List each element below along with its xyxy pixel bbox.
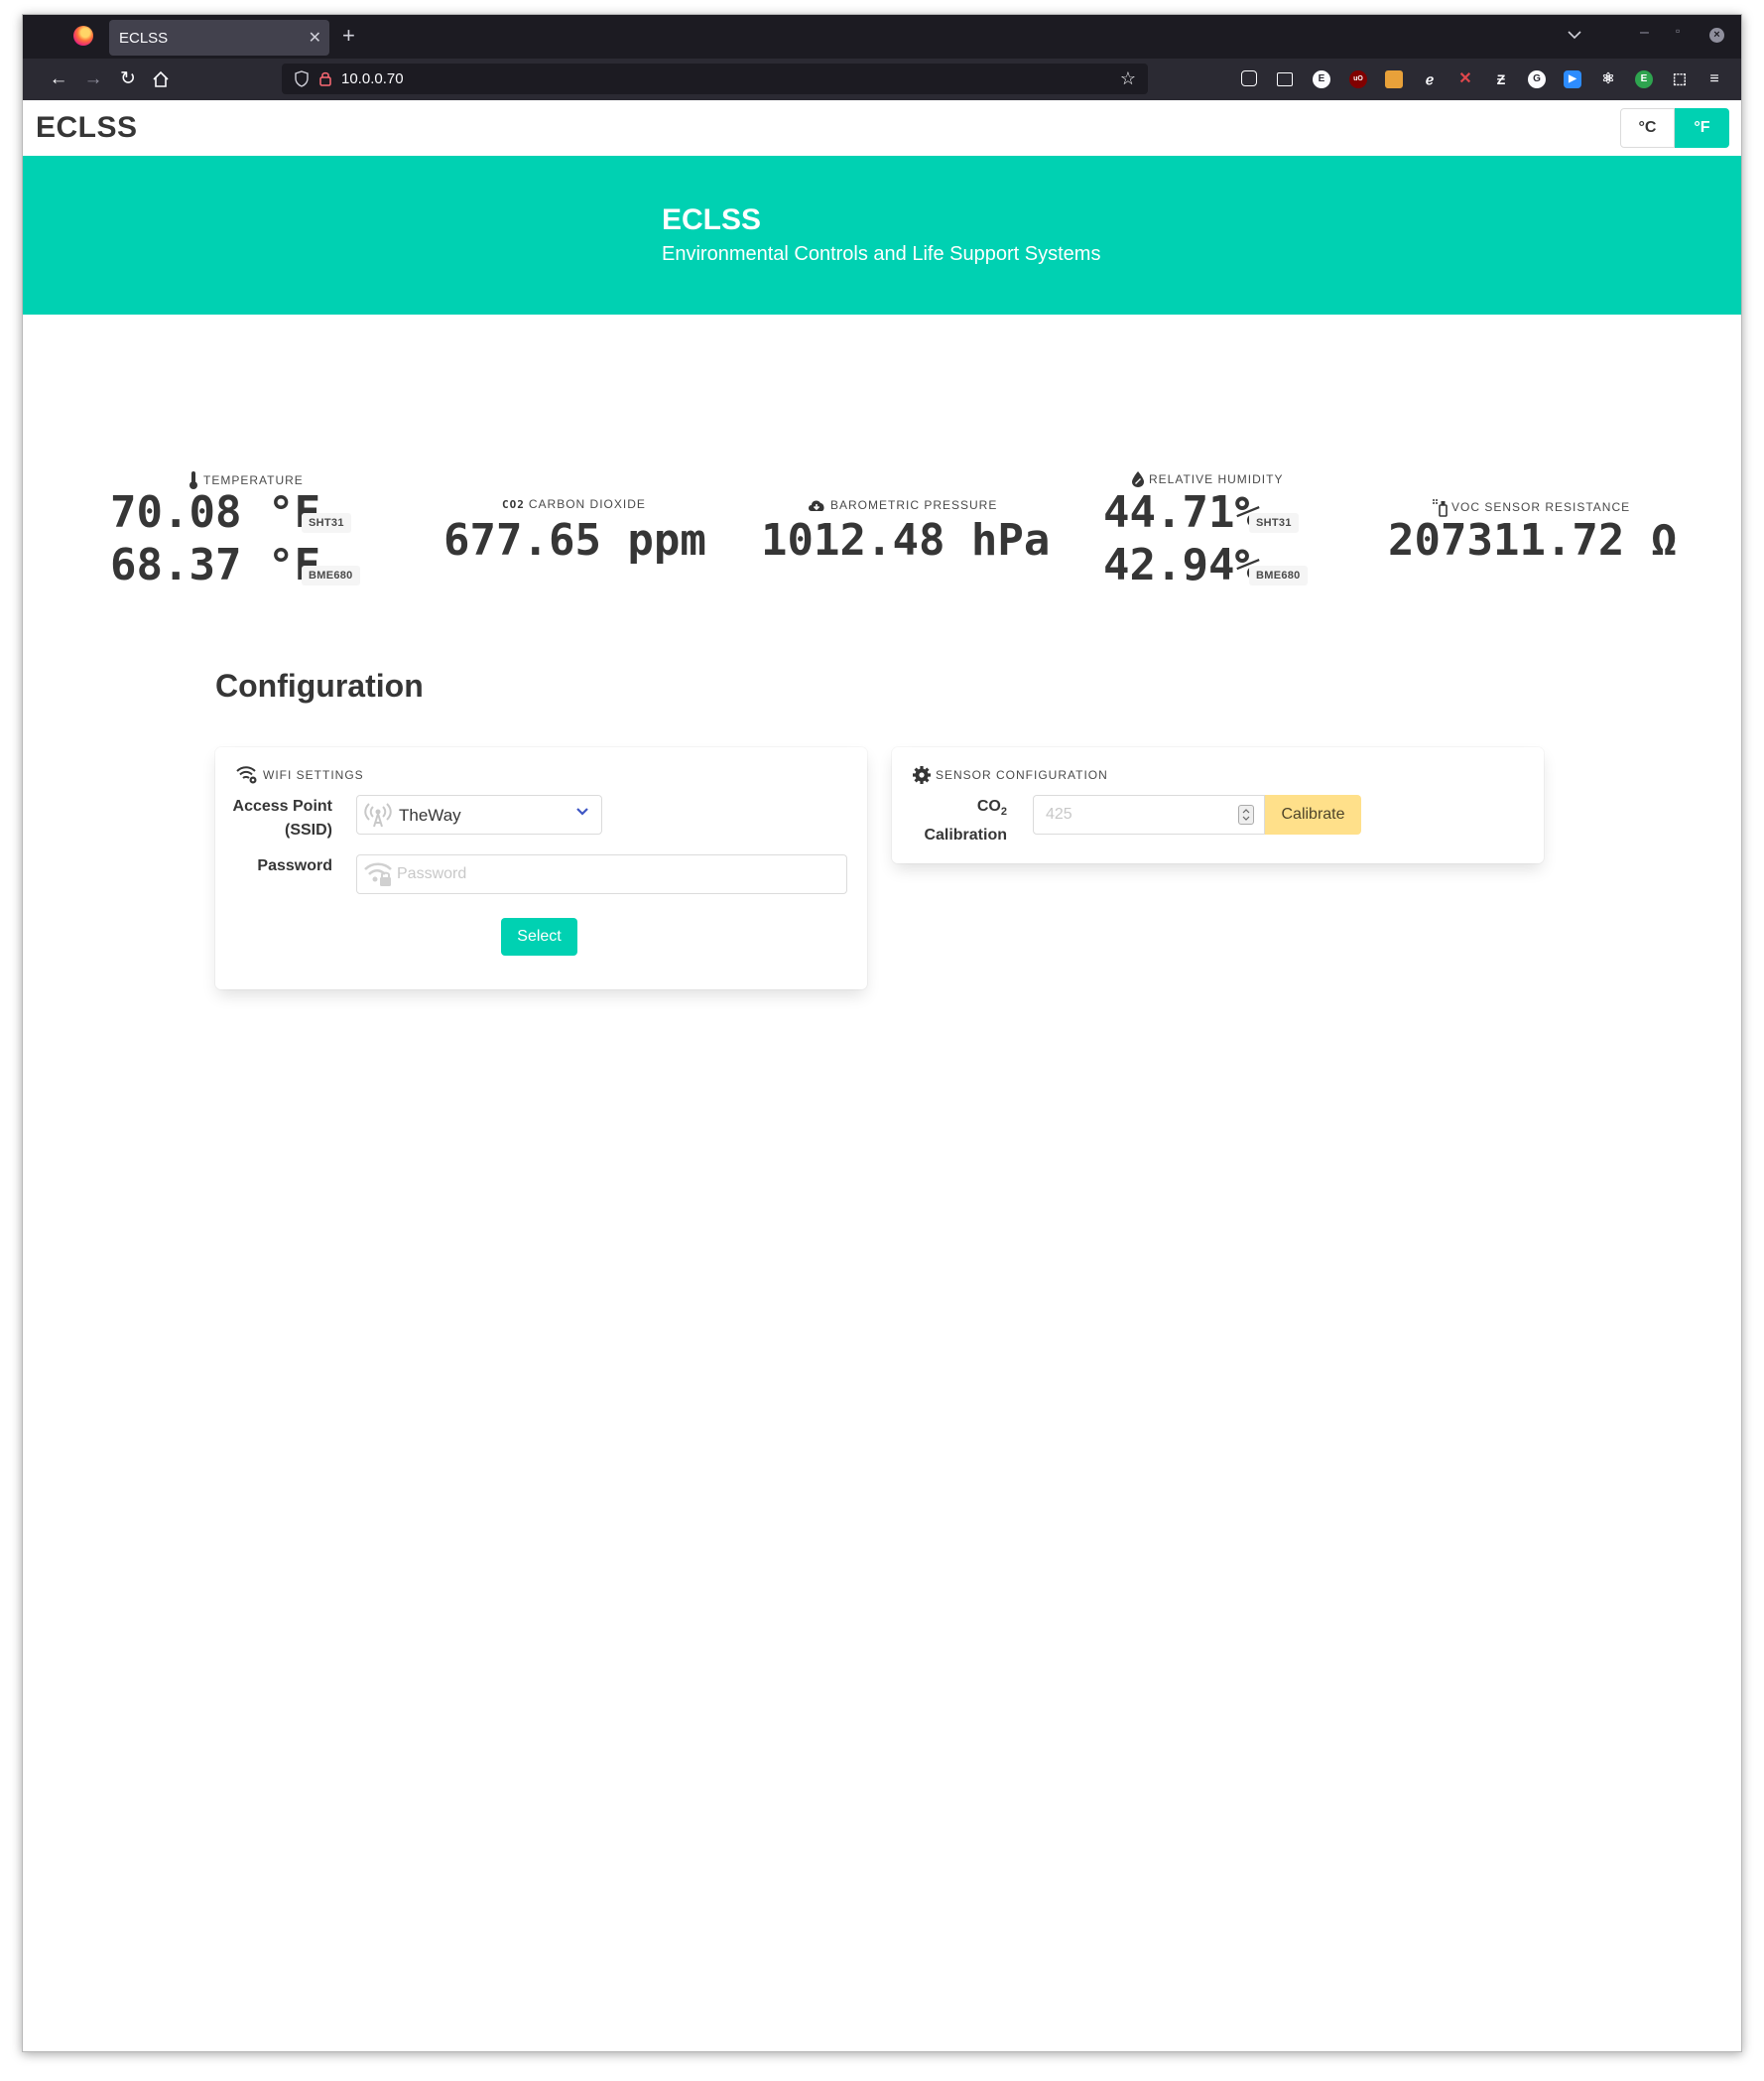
pressure-value: 1012.48 hPa <box>761 515 1051 566</box>
brand[interactable]: ECLSS <box>36 111 138 145</box>
hero-subtitle: Environmental Controls and Life Support … <box>662 243 1101 265</box>
ssid-label: Access Point (SSID) <box>229 795 332 843</box>
forward-icon[interactable]: → <box>81 67 105 91</box>
list-tabs-icon[interactable] <box>1566 26 1583 44</box>
pressure-label: BAROMETRIC PRESSURE <box>830 498 998 512</box>
co2-text: CO <box>976 798 1001 815</box>
wifi-settings-heading: WIFI SETTINGS <box>235 765 364 785</box>
cloud-download-icon <box>809 500 824 511</box>
celsius-button[interactable]: °C <box>1620 108 1675 148</box>
back-icon[interactable]: ← <box>47 67 70 91</box>
ssid-selected-value: TheWay <box>399 806 461 825</box>
e-green-icon[interactable]: E <box>1635 70 1653 88</box>
password-placeholder: Password <box>397 865 467 882</box>
calibration-text: Calibration <box>924 827 1007 845</box>
e-icon[interactable]: E <box>1313 70 1330 88</box>
menu-icon[interactable]: ≡ <box>1705 70 1723 88</box>
home-icon[interactable] <box>152 70 170 88</box>
co2-calibration-input[interactable]: 425 <box>1033 795 1265 835</box>
ssid-label-line2: (SSID) <box>285 822 332 839</box>
bird-icon[interactable]: ℯ <box>1421 70 1439 88</box>
spray-can-icon <box>1433 499 1448 517</box>
wifi-lock-icon <box>364 862 392 886</box>
tab-title: ECLSS <box>119 30 169 47</box>
voc-value: 207311.72 Ω <box>1388 515 1678 566</box>
puzzle-icon[interactable]: ⬚ <box>1671 70 1689 88</box>
broadcast-tower-icon <box>364 803 392 828</box>
humidity-label: RELATIVE HUMIDITY <box>1149 472 1284 486</box>
co2-value: 677.65 ppm <box>443 515 706 566</box>
password-label: Password <box>257 857 332 874</box>
humidity-tag-sht31: SHT31 <box>1249 513 1299 533</box>
firefox-logo-icon <box>73 26 93 46</box>
sensor-tag-bme680: BME680 <box>302 566 360 585</box>
unit-toggle: °C °F <box>1620 108 1729 148</box>
humidity-heading: RELATIVE HUMIDITY <box>1131 470 1283 488</box>
co2-label: CARBON DIOXIDE <box>528 497 646 511</box>
sensor-configuration-card: SENSOR CONFIGURATION CO2 Calibration 425… <box>892 747 1544 863</box>
droplet-icon <box>1132 471 1144 487</box>
select-button[interactable]: Select <box>501 918 577 956</box>
insecure-lock-icon[interactable] <box>318 70 332 87</box>
ssid-label-line1: Access Point <box>232 798 332 815</box>
pressure-heading: BAROMETRIC PRESSURE <box>807 497 997 513</box>
blocked-icon[interactable]: ✕ <box>1456 70 1474 88</box>
ssid-select[interactable]: TheWay <box>356 795 602 835</box>
hero-title: ECLSS <box>662 203 762 236</box>
tab-eclss[interactable]: ECLSS ✕ <box>109 20 329 56</box>
z-icon[interactable]: Ƶ <box>1492 70 1510 88</box>
gear-icon <box>913 766 931 784</box>
page-content: ECLSS °C °F ECLSS Environmental Controls… <box>23 100 1741 2051</box>
co2-calibration-label: CO2 Calibration <box>906 795 1007 847</box>
shield-icon[interactable] <box>294 70 310 87</box>
zoom-icon[interactable]: ▶ <box>1564 70 1581 88</box>
co2-calibration-placeholder: 425 <box>1046 806 1072 823</box>
co2-subscript: 2 <box>1000 806 1007 819</box>
tab-strip: ECLSS ✕ + – ▫ × <box>23 15 1741 59</box>
co2-icon: CO2 <box>502 497 525 511</box>
url-text: 10.0.0.70 <box>341 70 404 87</box>
sensor-tag-sht31: SHT31 <box>302 513 351 533</box>
configuration-title: Configuration <box>215 668 424 704</box>
temperature-value-bme680: 68.37 °F <box>110 540 320 590</box>
app-navbar: ECLSS °C °F <box>23 100 1741 156</box>
address-bar[interactable]: 10.0.0.70 ☆ <box>282 64 1148 94</box>
browser-toolbar: ← → ↻ 10.0.0.70 ☆ E uO ℯ ✕ Ƶ G ▶ ⚛ E ⬚ ≡ <box>23 59 1741 100</box>
humidity-value-bme680: 42.94% <box>1103 540 1261 590</box>
ext-badge-icon[interactable] <box>1385 70 1403 88</box>
temperature-label: TEMPERATURE <box>203 473 304 487</box>
wifi-gear-icon <box>236 766 257 784</box>
maximize-icon[interactable]: ▫ <box>1676 24 1680 38</box>
new-tab-icon[interactable]: + <box>342 23 355 49</box>
calibrate-button[interactable]: Calibrate <box>1265 795 1361 835</box>
co2-calibration-line1: CO2 <box>906 795 1007 824</box>
hero-banner: ECLSS Environmental Controls and Life Su… <box>23 156 1741 315</box>
wifi-settings-card: WIFI SETTINGS Access Point (SSID) TheWay… <box>215 747 867 989</box>
sensor-configuration-label: SENSOR CONFIGURATION <box>936 768 1108 782</box>
g-icon[interactable]: G <box>1528 70 1546 88</box>
reload-icon[interactable]: ↻ <box>116 67 140 91</box>
humidity-tag-bme680: BME680 <box>1249 566 1308 585</box>
react-icon[interactable]: ⚛ <box>1599 70 1617 88</box>
minimize-icon[interactable]: – <box>1640 24 1649 42</box>
close-tab-icon[interactable]: ✕ <box>309 28 321 48</box>
voc-label: VOC SENSOR RESISTANCE <box>1451 500 1631 514</box>
pocket-icon[interactable] <box>1241 70 1257 86</box>
humidity-value-sht31: 44.71% <box>1103 487 1261 538</box>
chevron-down-icon <box>576 808 588 816</box>
window-close-icon[interactable]: × <box>1709 28 1724 43</box>
wifi-settings-label: WIFI SETTINGS <box>263 768 364 782</box>
temperature-value-sht31: 70.08 °F <box>110 487 320 538</box>
browser-window: ECLSS ✕ + – ▫ × ← → ↻ 10.0.0.70 ☆ E uO ℯ… <box>22 14 1742 2052</box>
sensor-configuration-heading: SENSOR CONFIGURATION <box>912 765 1108 785</box>
number-spinner-icon[interactable] <box>1238 805 1254 825</box>
voc-heading: VOC SENSOR RESISTANCE <box>1432 497 1630 517</box>
co2-heading: CO2 CARBON DIOXIDE <box>502 497 646 511</box>
ublock-icon[interactable]: uO <box>1349 70 1367 88</box>
bookmark-star-icon[interactable]: ☆ <box>1120 68 1136 89</box>
reader-icon[interactable] <box>1277 72 1293 86</box>
password-field[interactable]: Password <box>356 854 847 894</box>
fahrenheit-button[interactable]: °F <box>1675 108 1729 148</box>
